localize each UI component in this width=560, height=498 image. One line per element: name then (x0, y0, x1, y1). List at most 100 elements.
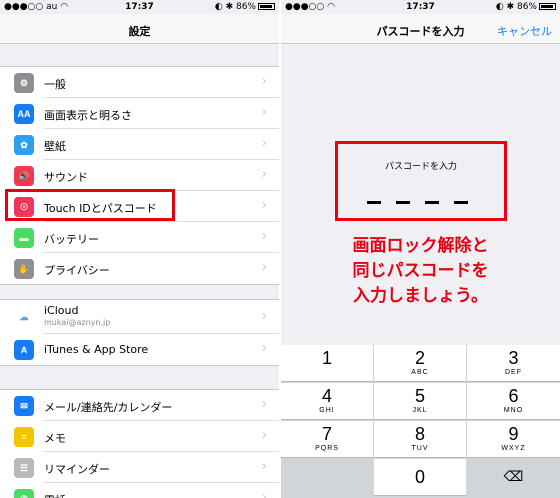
row-label: サウンド (44, 171, 88, 184)
chevron-right-icon: › (261, 105, 267, 120)
mail-icon: ✉ (14, 396, 34, 416)
key-5[interactable]: 5 JKL (374, 383, 466, 420)
chevron-right-icon: › (261, 260, 267, 275)
status-right: ◐ ✱ 86% (215, 2, 275, 12)
app-store-icon: A (14, 340, 34, 360)
settings-row-sounds[interactable]: 🔊 サウンド › (0, 160, 279, 191)
settings-screen: ●●●○○ au ◠ 17:37 ◐ ✱ 86% 設定 ⚙ 一般 › AA 画面… (0, 0, 279, 498)
delete-key[interactable]: ⌫ (467, 459, 560, 496)
key-8[interactable]: 8 TUV (374, 421, 466, 458)
display-icon: AA (14, 104, 34, 124)
settings-row-wallpaper[interactable]: ✿ 壁紙 › (0, 129, 279, 160)
chevron-right-icon: › (261, 198, 267, 213)
cloud-icon: ☁ (14, 307, 34, 327)
notes-icon: ≡ (14, 427, 34, 447)
settings-row-reminders[interactable]: ☰ リマインダー › (0, 452, 279, 483)
key-digit: 1 (321, 348, 332, 368)
battery-percent: 86% (516, 2, 537, 12)
settings-row-notes[interactable]: ≡ メモ › (0, 421, 279, 452)
bluetooth-icon: ✱ (225, 2, 234, 12)
row-label: メール/連絡先/カレンダー (44, 401, 173, 414)
passcode-prompt: パスコードを入力 (384, 162, 457, 172)
chevron-right-icon: › (261, 490, 267, 498)
nav-bar: パスコードを入力 キャンセル (281, 14, 560, 44)
row-label: iTunes & App Store (44, 343, 149, 356)
backspace-icon: ⌫ (503, 469, 524, 485)
row-label: プライバシー (44, 264, 110, 277)
passcode-digit-slot (425, 201, 439, 204)
hand-icon: ✋ (14, 259, 34, 279)
row-label: 一般 (44, 78, 66, 91)
key-1[interactable]: 1 (281, 345, 373, 382)
battery-icon (258, 3, 275, 10)
lock-rotation-icon: ◐ (495, 2, 504, 12)
gear-icon: ⚙ (14, 73, 34, 93)
note-line: 画面ロック解除と (352, 236, 489, 256)
settings-row-privacy[interactable]: ✋ プライバシー › (0, 253, 279, 284)
key-4[interactable]: 4 GHI (281, 383, 373, 420)
key-7[interactable]: 7 PQRS (281, 421, 373, 458)
settings-group-1: ⚙ 一般 › AA 画面表示と明るさ › ✿ 壁紙 › 🔊 サウンド › ☉ T… (0, 66, 279, 285)
battery-percent: 86% (235, 2, 256, 12)
key-letters: JKL (412, 407, 428, 414)
settings-row-battery[interactable]: ▬ バッテリー › (0, 222, 279, 253)
icloud-account: mukai@aznyn.jp (44, 318, 111, 327)
settings-row-appstore[interactable]: A iTunes & App Store › (0, 334, 279, 365)
settings-row-display[interactable]: AA 画面表示と明るさ › (0, 98, 279, 129)
chevron-right-icon: › (261, 428, 267, 443)
key-6[interactable]: 6 MNO (467, 383, 560, 420)
key-letters: TUV (411, 445, 429, 452)
row-label: 壁紙 (44, 140, 66, 153)
bluetooth-icon: ✱ (506, 2, 515, 12)
reminders-icon: ☰ (14, 458, 34, 478)
key-letters: WXYZ (501, 445, 526, 452)
chevron-right-icon: › (261, 459, 267, 474)
row-label: メモ (44, 432, 66, 445)
row-label: バッテリー (44, 233, 99, 246)
passcode-digits (367, 189, 468, 208)
key-3[interactable]: 3 DEF (467, 345, 560, 382)
battery-setting-icon: ▬ (14, 228, 34, 248)
settings-row-phone[interactable]: ✆ 電話 › (0, 483, 279, 498)
passcode-digit-slot (454, 201, 468, 204)
key-digit: 3 (508, 348, 519, 368)
chevron-right-icon: › (261, 136, 267, 151)
row-label: iCloud (44, 304, 79, 317)
key-letters: GHI (319, 407, 335, 414)
key-digit: 5 (414, 386, 425, 406)
lock-rotation-icon: ◐ (214, 2, 223, 12)
chevron-right-icon: › (261, 397, 267, 412)
status-bar: ●●●○○ ◠ 17:37 ◐ ✱ 86% (281, 0, 560, 14)
settings-row-icloud[interactable]: ☁ iCloud mukai@aznyn.jp › (0, 300, 279, 334)
cancel-button[interactable]: キャンセル (497, 23, 552, 39)
passcode-entry-box: パスコードを入力 (335, 141, 507, 221)
key-digit: 6 (508, 386, 519, 406)
settings-row-general[interactable]: ⚙ 一般 › (0, 67, 279, 98)
row-label: 画面表示と明るさ (44, 109, 132, 122)
key-9[interactable]: 9 WXYZ (467, 421, 560, 458)
wallpaper-icon: ✿ (14, 135, 34, 155)
key-digit: 2 (414, 348, 425, 368)
battery-icon (539, 3, 556, 10)
passcode-screen: ●●●○○ ◠ 17:37 ◐ ✱ 86% パスコードを入力 キャンセル パスコ… (281, 0, 560, 498)
chevron-right-icon: › (261, 167, 267, 182)
chevron-right-icon: › (261, 341, 267, 356)
key-letters: MNO (503, 407, 524, 414)
key-letters: PQRS (315, 445, 339, 452)
key-blank (281, 459, 373, 496)
annotation-note: 画面ロック解除と 同じパスコードを 入力しましょう。 (281, 234, 560, 309)
row-label: リマインダー (44, 463, 110, 476)
row-label: 電話 (44, 492, 66, 498)
note-line: 入力しましょう。 (353, 286, 488, 306)
status-right: ◐ ✱ 86% (496, 2, 556, 12)
key-digit: 9 (508, 424, 519, 444)
numeric-keypad: 1 2 ABC 3 DEF 4 GHI 5 JKL 6 MNO 7 PQRS 8 TUV 9W… (281, 345, 560, 498)
chevron-right-icon: › (261, 74, 267, 89)
key-letters: ABC (411, 369, 429, 376)
settings-row-mail[interactable]: ✉ メール/連絡先/カレンダー › (0, 390, 279, 421)
nav-bar: 設定 (0, 14, 279, 44)
key-digit: 4 (321, 386, 332, 406)
key-0[interactable]: 0 (374, 459, 466, 496)
speaker-icon: 🔊 (14, 166, 34, 186)
key-2[interactable]: 2 ABC (374, 345, 466, 382)
